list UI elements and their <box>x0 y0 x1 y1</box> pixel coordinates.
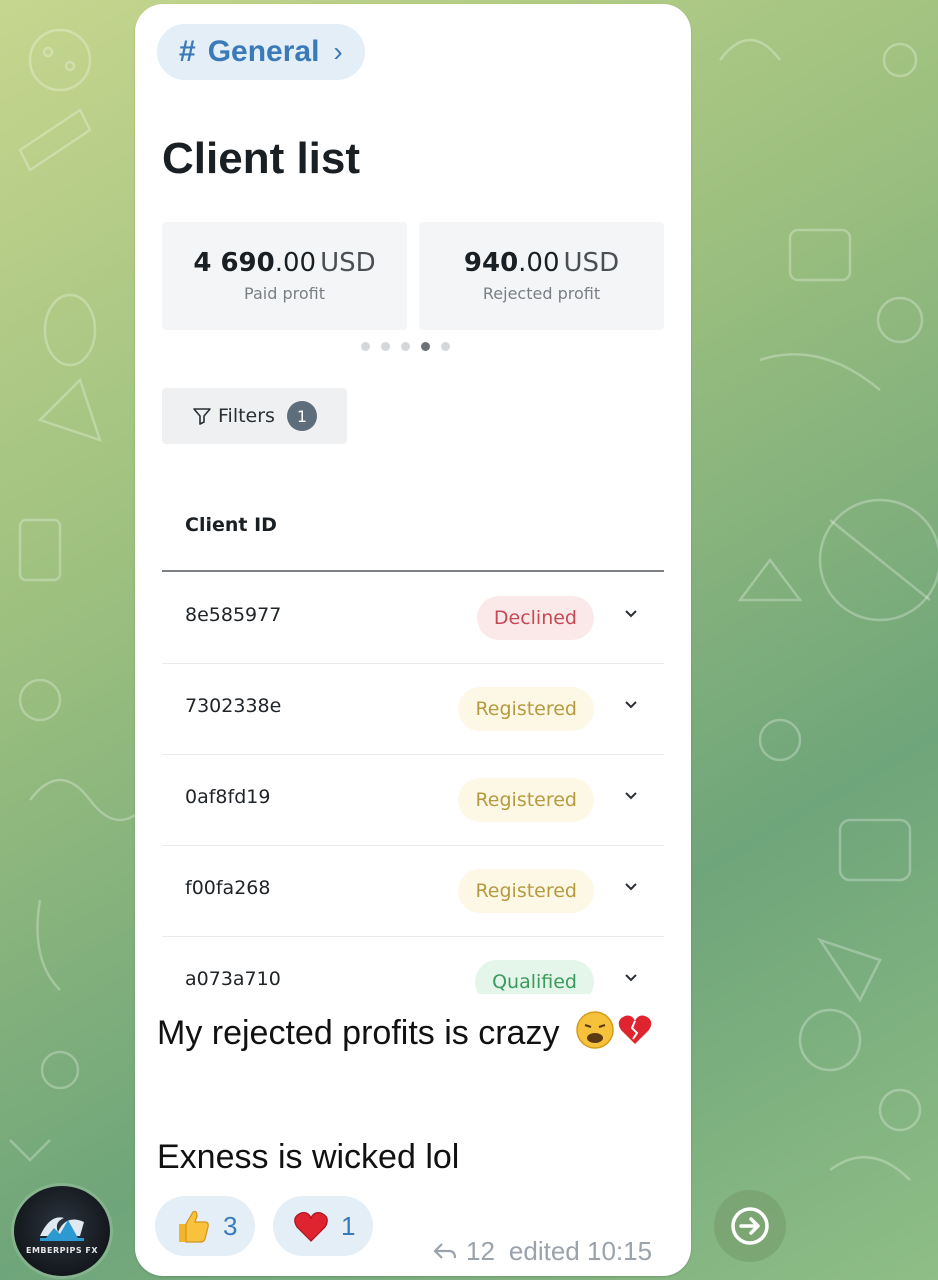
table-row[interactable]: 0af8fd19 Registered <box>162 754 664 846</box>
status-badge: Registered <box>458 687 594 731</box>
rejected-profit-amount: 940.00 USD <box>463 248 620 278</box>
paid-profit-card: 4 690.00 USD Paid profit <box>162 222 407 330</box>
paid-profit-amount: 4 690.00 USD <box>193 248 376 278</box>
weary-face-emoji-icon <box>576 1011 614 1049</box>
chevron-down-icon[interactable] <box>620 875 642 897</box>
carousel-dots <box>361 342 450 351</box>
page-title: Client list <box>162 134 361 183</box>
thumbs-up-emoji-icon <box>179 1210 209 1243</box>
carousel-dot[interactable] <box>381 342 390 351</box>
rejected-profit-caption: Rejected profit <box>482 284 601 303</box>
chevron-down-icon[interactable] <box>620 966 642 988</box>
topic-pill-general[interactable]: # General › <box>157 24 365 80</box>
table-row[interactable]: a073a710 Qualified <box>162 936 664 994</box>
carousel-dot-active[interactable] <box>421 342 430 351</box>
client-id: 7302338e <box>185 695 282 717</box>
message-bubble[interactable]: # General › Client list 4 690.00 USD Paid… <box>135 4 691 1276</box>
chevron-right-icon: › <box>333 36 343 67</box>
message-meta: 12 edited 10:15 <box>432 1236 652 1267</box>
filters-count-badge: 1 <box>286 401 317 431</box>
client-id: 0af8fd19 <box>185 786 271 808</box>
table-row[interactable]: f00fa268 Registered <box>162 845 664 937</box>
client-id: f00fa268 <box>185 877 271 899</box>
reaction-heart[interactable]: 1 <box>273 1196 374 1256</box>
message-line-2: Exness is wicked lol <box>157 1138 460 1176</box>
broken-heart-emoji-icon <box>618 1015 652 1044</box>
forward-button[interactable] <box>714 1190 786 1262</box>
chevron-down-icon[interactable] <box>620 602 642 624</box>
message-line-1: My rejected profits is crazy <box>157 1010 655 1053</box>
filters-button[interactable]: Filters 1 <box>162 388 347 444</box>
carousel-dot[interactable] <box>401 342 410 351</box>
reply-arrow-icon[interactable] <box>432 1241 458 1263</box>
table-row[interactable]: 8e585977 Declined <box>162 572 664 664</box>
reaction-thumbs-up[interactable]: 3 <box>155 1196 256 1256</box>
attached-screenshot[interactable]: Client list 4 690.00 USD Paid profit 940.… <box>135 104 691 994</box>
table-row[interactable]: 7302338e Registered <box>162 663 664 755</box>
column-header-client-id[interactable]: Client ID <box>185 514 277 536</box>
topic-label: General <box>207 35 320 68</box>
forward-arrow-icon <box>731 1207 769 1245</box>
reaction-count: 1 <box>341 1210 356 1241</box>
reply-count[interactable]: 12 <box>466 1236 495 1267</box>
sender-avatar[interactable]: EMBERPIPS FX <box>14 1186 110 1276</box>
carousel-dot[interactable] <box>441 342 450 351</box>
edited-timestamp: edited 10:15 <box>508 1236 653 1266</box>
status-badge: Registered <box>458 869 594 913</box>
rejected-profit-card: 940.00 USD Rejected profit <box>419 222 664 330</box>
funnel-icon <box>193 408 211 425</box>
status-badge: Registered <box>458 778 594 822</box>
client-id: 8e585977 <box>185 604 282 626</box>
status-badge: Declined <box>476 596 594 640</box>
wave-logo-icon <box>40 1216 84 1241</box>
filters-label: Filters <box>218 405 275 427</box>
reaction-count: 3 <box>223 1210 238 1241</box>
chevron-down-icon[interactable] <box>620 784 642 806</box>
red-heart-emoji-icon <box>294 1211 328 1242</box>
status-badge: Qualified <box>475 960 594 994</box>
carousel-dot[interactable] <box>361 342 370 351</box>
hash-icon: # <box>179 35 196 68</box>
message-text: My rejected profits is crazy <box>157 1014 560 1052</box>
client-id: a073a710 <box>185 968 281 990</box>
avatar-brand: EMBERPIPS FX <box>25 1245 99 1255</box>
chevron-down-icon[interactable] <box>620 693 642 715</box>
paid-profit-caption: Paid profit <box>244 284 325 303</box>
